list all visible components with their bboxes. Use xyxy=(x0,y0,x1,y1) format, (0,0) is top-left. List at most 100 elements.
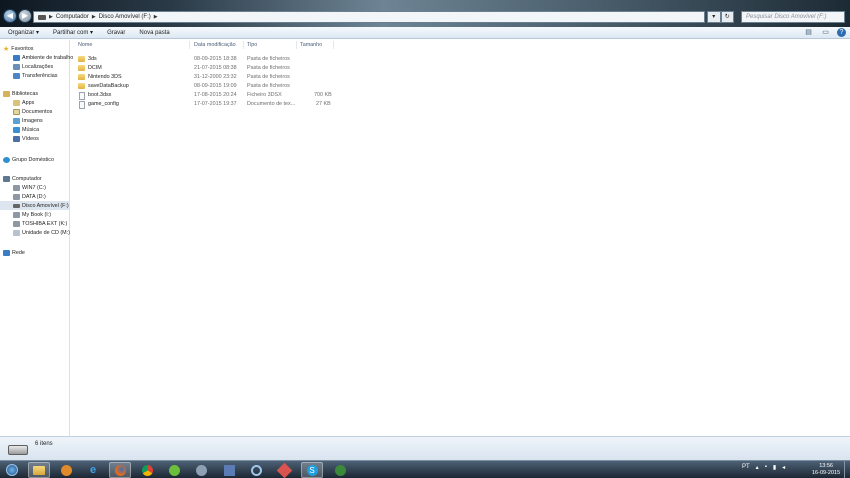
breadcrumb-separator-icon: ▶ xyxy=(153,14,158,20)
start-button[interactable] xyxy=(1,462,23,478)
command-toolbar: Organizar ▾ Partilhar com ▾ Gravar Nova … xyxy=(0,27,850,39)
windows-logo-icon xyxy=(6,464,18,476)
network-tray-icon[interactable]: ▮ xyxy=(773,464,776,471)
help-icon[interactable]: ? xyxy=(837,28,846,37)
column-name[interactable]: Nome xyxy=(78,42,92,48)
places-icon xyxy=(13,63,20,70)
language-indicator[interactable]: PT xyxy=(742,464,750,471)
libraries-icon xyxy=(3,90,10,97)
nav-drive-m[interactable]: Unidade de CD (M:) xyxy=(13,228,70,237)
column-divider[interactable] xyxy=(243,41,244,49)
drive-icon xyxy=(13,193,20,200)
app-icon xyxy=(223,464,235,476)
preview-pane-icon[interactable]: ▭ xyxy=(820,28,831,37)
address-dropdown-icon[interactable]: ▾ xyxy=(707,11,721,23)
text-document-icon xyxy=(79,101,85,109)
nav-item-videos[interactable]: Vídeos xyxy=(13,134,39,143)
removable-drive-icon xyxy=(8,445,28,455)
apps-icon xyxy=(13,99,20,106)
folder-icon xyxy=(78,83,85,89)
nav-drive-i[interactable]: My Book (I:) xyxy=(13,210,51,219)
taskbar-skype[interactable]: S xyxy=(301,462,323,478)
taskbar-utorrent[interactable] xyxy=(163,462,185,478)
organize-button[interactable]: Organizar ▾ xyxy=(8,29,39,36)
nav-network[interactable]: Rede xyxy=(3,248,25,257)
taskbar-firefox[interactable] xyxy=(109,462,131,478)
breadcrumb-separator-icon: ▶ xyxy=(91,14,96,20)
firefox-icon xyxy=(114,464,126,476)
nav-item-places[interactable]: Localizações xyxy=(13,62,53,71)
network-icon xyxy=(3,249,10,256)
tray-expand-icon[interactable]: ▴ xyxy=(756,464,759,471)
taskbar-app[interactable] xyxy=(329,462,351,478)
chrome-icon xyxy=(141,464,153,476)
forward-button[interactable]: ▶ xyxy=(18,9,32,23)
nav-item-pictures[interactable]: Imagens xyxy=(13,116,43,125)
taskbar-ie[interactable]: e xyxy=(82,462,104,478)
taskbar-chrome[interactable] xyxy=(136,462,158,478)
refresh-icon[interactable]: ↻ xyxy=(720,11,734,23)
nav-item-documents[interactable]: Documentos xyxy=(13,107,52,116)
column-headers: Nome Data modificação Tipo Tamanho xyxy=(71,40,850,50)
system-tray: PT ▴ ▪ ▮ ◂ xyxy=(742,464,785,471)
app-icon xyxy=(334,464,346,476)
taskbar-app[interactable] xyxy=(273,462,295,478)
breadcrumb-computer[interactable]: Computador xyxy=(56,14,89,20)
nav-item-apps[interactable]: Apps xyxy=(13,98,34,107)
nav-homegroup[interactable]: Grupo Doméstico xyxy=(3,155,54,164)
burn-button[interactable]: Gravar xyxy=(107,30,125,36)
nav-computer[interactable]: Computador xyxy=(3,174,42,183)
nav-item-downloads[interactable]: Transferências xyxy=(13,71,57,80)
media-player-icon xyxy=(60,464,72,476)
address-bar[interactable]: ▶ Computador ▶ Disco Amovível (F:) ▶ xyxy=(33,11,705,23)
column-divider[interactable] xyxy=(296,41,297,49)
status-bar: 6 itens xyxy=(0,436,850,460)
view-controls: ▤ ▭ ? xyxy=(803,28,846,37)
back-button[interactable]: ◀ xyxy=(3,9,17,23)
skype-icon: S xyxy=(306,464,318,476)
nav-drive-d[interactable]: DATA (D:) xyxy=(13,192,46,201)
file-row[interactable]: Nintendo 3DS 31-12-2000 23:32 Pasta de f… xyxy=(78,73,338,82)
taskbar-steam[interactable] xyxy=(190,462,212,478)
file-row[interactable]: 3ds 08-09-2015 18:38 Pasta de ficheiros xyxy=(78,55,338,64)
column-divider[interactable] xyxy=(333,41,334,49)
nav-libraries[interactable]: Bibliotecas xyxy=(3,89,38,98)
column-size[interactable]: Tamanho xyxy=(300,42,322,48)
show-desktop-button[interactable] xyxy=(844,461,850,478)
address-controls: ▾ ↻ xyxy=(707,11,734,23)
clock[interactable]: 13:56 16-09-2015 xyxy=(812,463,840,477)
taskbar-explorer[interactable] xyxy=(28,462,50,478)
taskbar-app[interactable] xyxy=(218,462,240,478)
view-options-icon[interactable]: ▤ xyxy=(803,28,814,37)
file-row[interactable]: saveDataBackup 08-09-2015 19:09 Pasta de… xyxy=(78,82,338,91)
nav-item-desktop[interactable]: Ambiente de trabalho xyxy=(13,53,73,62)
nav-item-music[interactable]: Música xyxy=(13,125,39,134)
nav-drive-f[interactable]: Disco Amovível (F:) xyxy=(0,201,69,210)
homegroup-icon xyxy=(3,156,10,163)
tray-app-icon[interactable]: ▪ xyxy=(765,464,767,471)
removable-drive-icon xyxy=(13,203,20,208)
downloads-icon xyxy=(13,72,20,79)
file-row[interactable]: DCIM 21-07-2015 08:38 Pasta de ficheiros xyxy=(78,64,338,73)
desktop-icon xyxy=(13,54,20,61)
column-date[interactable]: Data modificação xyxy=(194,42,236,48)
nav-drive-k[interactable]: TOSHIBA EXT (K:) xyxy=(13,219,67,228)
new-folder-button[interactable]: Nova pasta xyxy=(139,30,169,36)
taskbar-media-player[interactable] xyxy=(55,462,77,478)
column-type[interactable]: Tipo xyxy=(247,42,257,48)
file-icon xyxy=(79,92,85,100)
file-row[interactable]: game_config 17-07-2015 19:37 Documento d… xyxy=(78,100,338,109)
nav-drive-c[interactable]: WIN7 (C:) xyxy=(13,183,46,192)
nav-favorites[interactable]: ★ Favoritos xyxy=(3,44,33,53)
share-button[interactable]: Partilhar com ▾ xyxy=(53,29,93,36)
search-input[interactable]: Pesquisar Disco Amovível (F:) xyxy=(741,11,845,23)
breadcrumb-drive[interactable]: Disco Amovível (F:) xyxy=(99,14,151,20)
navigation-pane: ★ Favoritos Ambiente de trabalho Localiz… xyxy=(0,40,73,436)
taskbar-app[interactable] xyxy=(245,462,267,478)
clock-date: 16-09-2015 xyxy=(812,470,841,476)
file-row[interactable]: boot.3dsx 17-08-2015 20:24 Ficheiro 3DSX… xyxy=(78,91,338,100)
star-icon: ★ xyxy=(3,45,10,53)
item-count: 6 itens xyxy=(35,441,53,447)
volume-icon[interactable]: ◂ xyxy=(782,464,785,471)
column-divider[interactable] xyxy=(189,41,190,49)
